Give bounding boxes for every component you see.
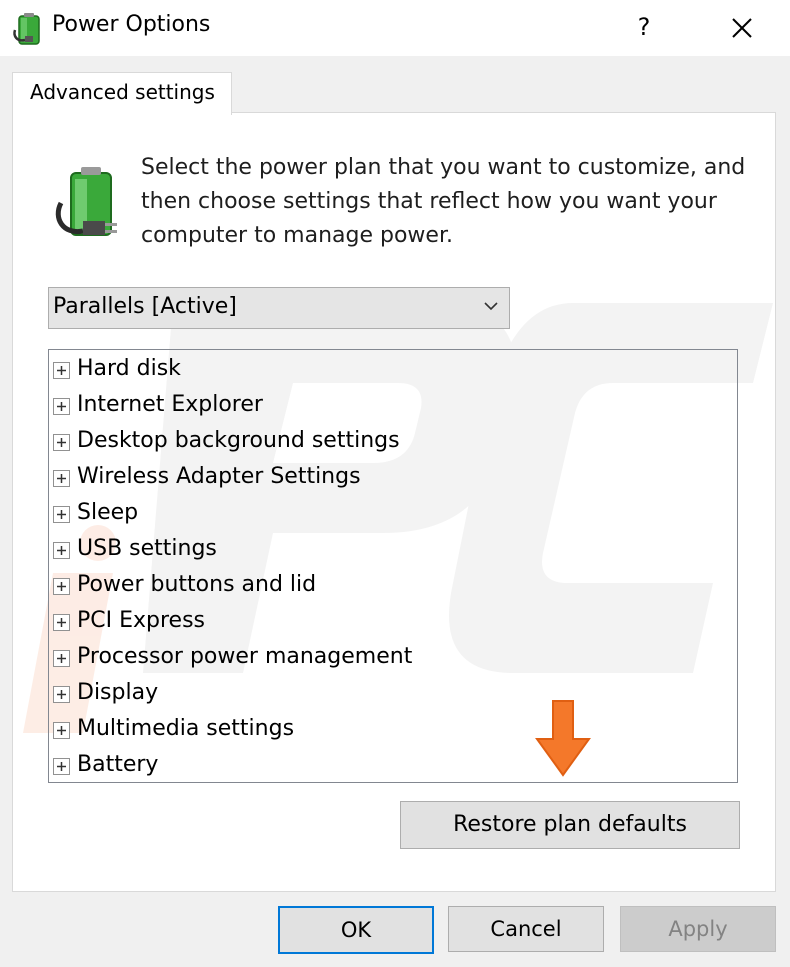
plus-expander-icon[interactable]	[53, 362, 70, 379]
plan-description: Select the power plan that you want to c…	[141, 155, 746, 248]
advanced-settings-panel: Select the power plan that you want to c…	[12, 112, 776, 892]
plus-expander-icon[interactable]	[53, 470, 70, 487]
plus-expander-icon[interactable]	[53, 650, 70, 667]
plus-expander-icon[interactable]	[53, 686, 70, 703]
tree-item-label: Wireless Adapter Settings	[77, 464, 361, 489]
title-bar: Power Options ?	[0, 0, 790, 56]
ok-button[interactable]: OK	[278, 906, 434, 954]
tree-item-label: Multimedia settings	[77, 716, 295, 741]
apply-button: Apply	[620, 906, 776, 952]
window-title: Power Options	[52, 12, 211, 37]
tree-item-label: Power buttons and lid	[77, 572, 317, 597]
power-plan-battery-icon	[55, 167, 117, 236]
plus-expander-icon[interactable]	[53, 506, 70, 523]
plus-expander-icon[interactable]	[53, 434, 70, 451]
power-plan-select[interactable]: Parallels [Active]	[48, 287, 510, 329]
tree-item-label: Sleep	[77, 500, 139, 525]
tree-item-label: Display	[77, 680, 159, 705]
plus-expander-icon[interactable]	[53, 722, 70, 739]
chevron-down-icon	[484, 302, 498, 311]
restore-plan-defaults-button[interactable]: Restore plan defaults	[400, 801, 740, 849]
plus-expander-icon[interactable]	[53, 758, 70, 775]
plus-expander-icon[interactable]	[53, 542, 70, 559]
selected-plan-value: Parallels [Active]	[53, 294, 237, 319]
help-button[interactable]: ?	[614, 4, 674, 50]
tree-item-label: PCI Express	[77, 608, 206, 633]
plus-expander-icon[interactable]	[53, 398, 70, 415]
plus-expander-icon[interactable]	[53, 614, 70, 631]
tab-advanced-settings[interactable]: Advanced settings	[12, 72, 232, 115]
cancel-button[interactable]: Cancel	[448, 906, 604, 952]
settings-tree[interactable]: Hard disk Internet Explorer Desktop back…	[48, 349, 738, 783]
orange-arrow-down-icon	[535, 700, 591, 777]
tree-item-label: Desktop background settings	[77, 428, 400, 453]
tab-label: Advanced settings	[30, 80, 215, 104]
tree-item-label: Hard disk	[77, 356, 181, 381]
tree-item-label: Battery	[77, 752, 159, 777]
power-battery-icon	[13, 13, 40, 45]
tree-item-label: Processor power management	[77, 644, 413, 669]
close-icon	[732, 17, 752, 38]
plus-expander-icon[interactable]	[53, 578, 70, 595]
close-button[interactable]	[712, 4, 772, 50]
tree-item-label: Internet Explorer	[77, 392, 263, 417]
tree-item-label: USB settings	[77, 536, 217, 561]
